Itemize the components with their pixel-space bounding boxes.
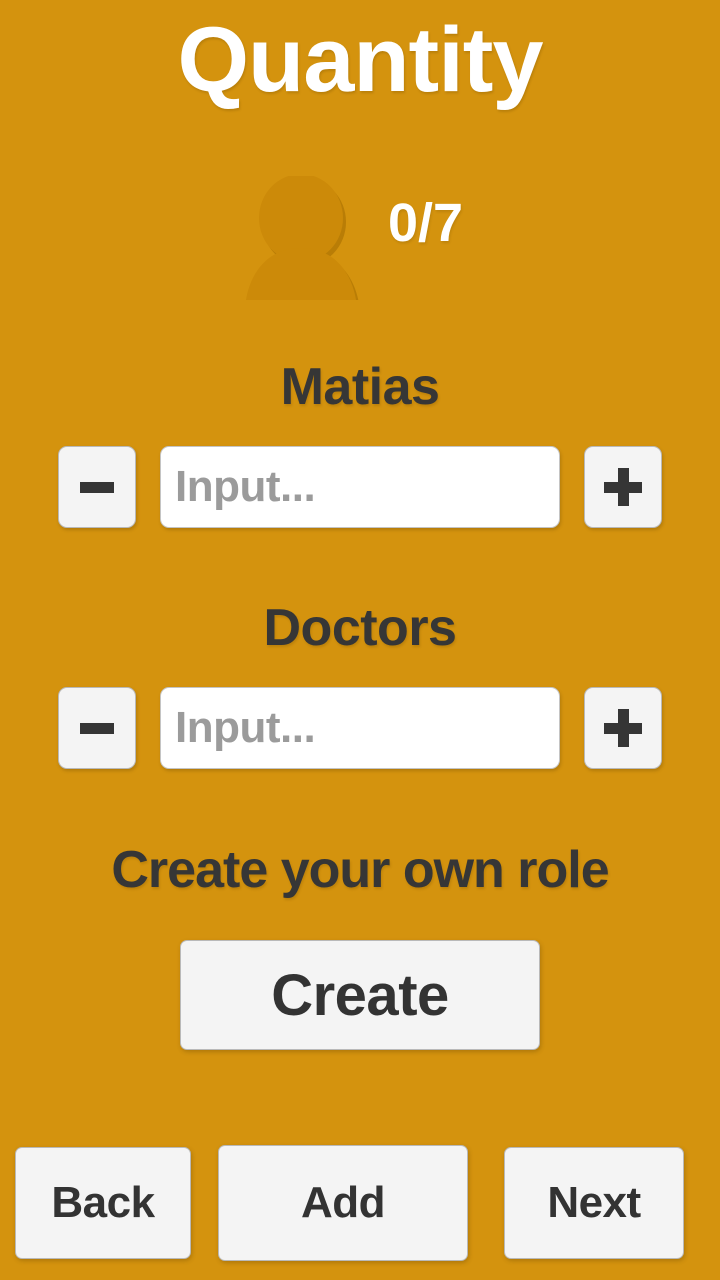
decrement-button-doctors[interactable] — [58, 687, 136, 769]
role-group-matias: Matias — [0, 356, 720, 530]
plus-icon — [604, 468, 642, 506]
person-icon — [243, 176, 367, 300]
minus-icon — [80, 722, 114, 734]
add-button[interactable]: Add — [218, 1145, 468, 1261]
quantity-screen: Quantity 0/7 Matias Input... Doctors Inp… — [0, 0, 720, 1280]
increment-button-doctors[interactable] — [584, 687, 662, 769]
stepper-doctors — [0, 687, 720, 771]
create-role-section: Create your own role Create — [0, 838, 720, 1050]
bottom-navigation: Back Add Next — [0, 1140, 720, 1280]
counter-value: 0/7 — [388, 193, 464, 253]
plus-icon — [604, 709, 642, 747]
page-title: Quantity — [177, 9, 543, 111]
back-button[interactable]: Back — [15, 1147, 191, 1259]
increment-button-matias[interactable] — [584, 446, 662, 528]
quantity-input-doctors[interactable] — [160, 687, 560, 769]
create-button[interactable]: Create — [180, 940, 540, 1050]
role-label-doctors: Doctors — [263, 599, 457, 657]
minus-icon — [80, 481, 114, 493]
role-label-matias: Matias — [280, 358, 440, 416]
create-role-caption: Create your own role — [111, 841, 609, 899]
decrement-button-matias[interactable] — [58, 446, 136, 528]
role-group-doctors: Doctors — [0, 597, 720, 771]
counter-row: 0/7 — [0, 176, 720, 300]
next-button[interactable]: Next — [504, 1147, 684, 1259]
stepper-matias — [0, 446, 720, 530]
quantity-input-matias[interactable] — [160, 446, 560, 528]
